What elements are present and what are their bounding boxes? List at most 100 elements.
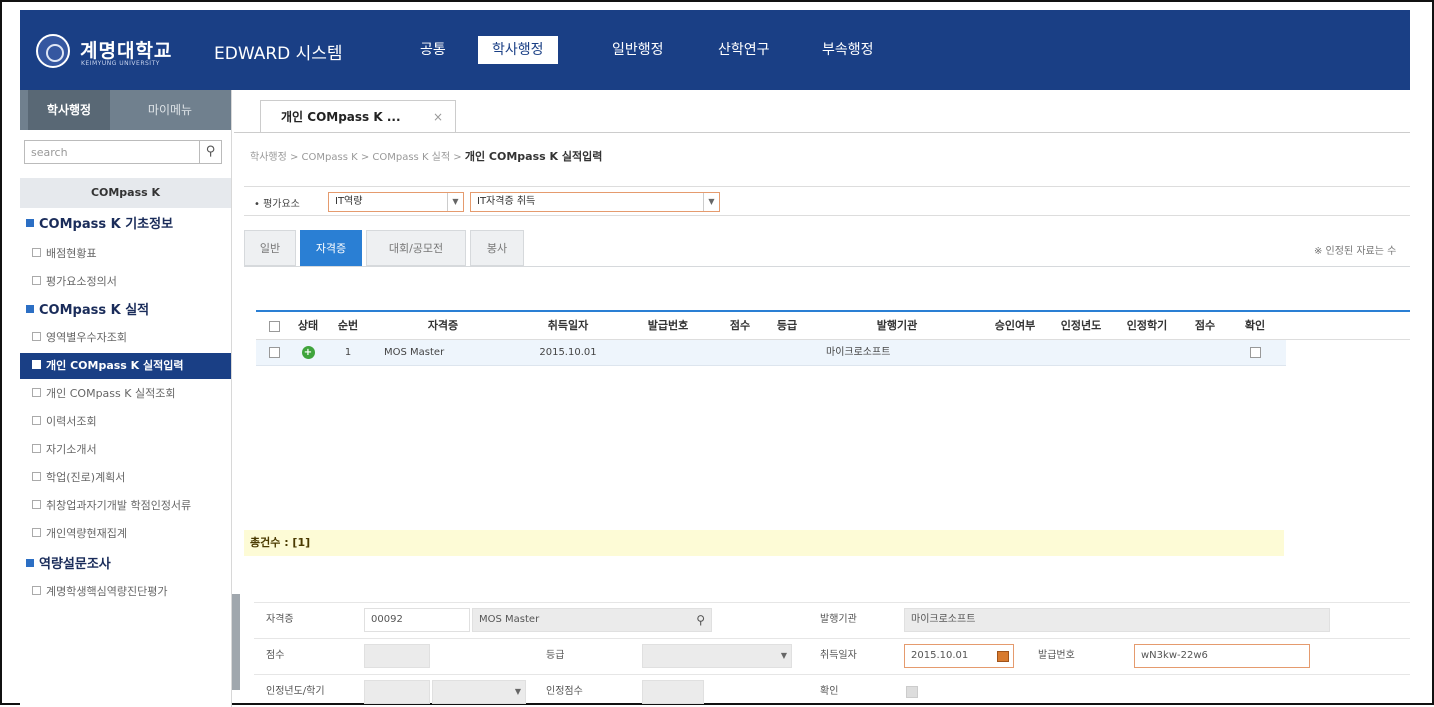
sidebar-item-self-intro[interactable]: 자기소개서	[32, 440, 232, 460]
col-score2: 점수	[1194, 319, 1216, 332]
col-score: 점수	[729, 319, 751, 332]
tab-certificate[interactable]: 자격증	[300, 230, 362, 266]
cell-year	[1048, 340, 1114, 366]
close-icon[interactable]: ×	[433, 101, 443, 133]
sidebar-section-title: COMpass K	[20, 178, 231, 208]
score-field[interactable]	[364, 644, 430, 668]
chevron-down-icon[interactable]: ▼	[515, 681, 521, 703]
sidebar-item-competency-total[interactable]: 개인역량현재집계	[32, 524, 232, 544]
col-issue-no: 발급번호	[647, 319, 689, 332]
menu-general-admin[interactable]: 일반행정	[600, 36, 676, 64]
date-field[interactable]: 2015.10.01	[904, 644, 1014, 668]
app-frame: 계명대학교 KEIMYUNG UNIVERSITY EDWARD 시스템 공통 …	[0, 0, 1434, 707]
grade-select[interactable]: ▼	[642, 644, 792, 668]
cert-name-value: MOS Master	[479, 614, 540, 625]
search-icon[interactable]: ⚲	[199, 141, 221, 163]
sidebar-item-personal-input[interactable]: 개인 COMpass K 실적입력	[20, 353, 231, 379]
table-row[interactable]: + 1 MOS Master 2015.10.01 마이크로소프트	[256, 340, 1286, 366]
sidebar-item-area-excellent[interactable]: 영역별우수자조회	[32, 328, 232, 348]
confirm-checkbox[interactable]	[1230, 340, 1280, 366]
date-value: 2015.10.01	[911, 650, 969, 661]
sidebar-item-evaluation-definition[interactable]: 평가요소정의서	[32, 272, 232, 292]
system-title: EDWARD 시스템	[214, 44, 343, 64]
calendar-icon[interactable]	[997, 645, 1009, 667]
issue-no-field[interactable]: wN3kw-22w6	[1134, 644, 1310, 668]
menu-common[interactable]: 공통	[408, 36, 458, 64]
year-semester-label: 인정년도/학기	[266, 686, 325, 697]
sidebar-tab-mymenu[interactable]: 마이메뉴	[120, 90, 220, 130]
tab-contest[interactable]: 대회/공모전	[366, 230, 466, 266]
col-status: 상태	[297, 319, 319, 332]
search-input[interactable]	[25, 141, 195, 163]
issue-no-label: 발급번호	[1038, 650, 1075, 661]
issuer-label: 발행기관	[820, 614, 857, 625]
search-icon[interactable]: ⚲	[696, 609, 705, 631]
breadcrumb-path: 학사행정 > COMpass K > COMpass K 실적 >	[250, 152, 462, 163]
row-checkbox[interactable]	[262, 340, 286, 366]
recog-score-label: 인정점수	[546, 686, 583, 697]
status-add-icon: +	[288, 340, 328, 366]
brand-name: 계명대학교	[80, 40, 173, 62]
tab-volunteer[interactable]: 봉사	[470, 230, 524, 266]
col-no: 순번	[337, 319, 359, 332]
page-tab-label: 개인 COMpass K ...	[281, 110, 401, 124]
col-approved: 승인여부	[994, 319, 1036, 332]
sidebar-group-basic-info[interactable]: COMpass K 기초정보	[26, 214, 173, 236]
info-note: ※ 인정된 자료는 수	[1314, 246, 1397, 257]
top-header: 계명대학교 KEIMYUNG UNIVERSITY EDWARD 시스템 공통 …	[20, 10, 1410, 90]
sidebar-item-study-plan[interactable]: 학업(진로)계획서	[32, 468, 232, 488]
main-content: 개인 COMpass K ... × 학사행정 > COMpass K > CO…	[234, 90, 1410, 707]
sidebar-item-personal-view[interactable]: 개인 COMpass K 실적조회	[32, 384, 232, 404]
cell-date: 2015.10.01	[539, 347, 597, 358]
recog-score-field[interactable]	[642, 680, 704, 704]
cert-name-field[interactable]: MOS Master ⚲	[472, 608, 712, 632]
col-confirm: 확인	[1244, 319, 1266, 332]
chevron-down-icon[interactable]: ▼	[781, 645, 787, 667]
evaluation-item-select[interactable]: IT자격증 취득 ▼	[470, 192, 720, 212]
menu-affiliated-admin[interactable]: 부속행정	[810, 36, 886, 64]
chevron-down-icon[interactable]: ▼	[447, 193, 463, 211]
sidebar-item-score-table[interactable]: 배점현황표	[32, 244, 232, 264]
grade-label: 등급	[546, 650, 565, 661]
cert-label: 자격증	[266, 614, 294, 625]
breadcrumb-current: 개인 COMpass K 실적입력	[464, 150, 603, 163]
confirm-form-checkbox[interactable]	[906, 686, 918, 698]
score-label: 점수	[266, 650, 285, 661]
evaluation-area-value: IT역량	[335, 196, 363, 207]
col-semester: 인정학기	[1126, 319, 1168, 332]
date-label: 취득일자	[820, 650, 857, 661]
university-seal-icon	[36, 34, 70, 68]
select-all-checkbox[interactable]	[262, 312, 286, 340]
sidebar-tab-academic[interactable]: 학사행정	[28, 90, 110, 130]
cert-code-field[interactable]: 00092	[364, 608, 470, 632]
evaluation-item-value: IT자격증 취득	[477, 196, 536, 207]
cell-issue-no	[618, 340, 718, 366]
brand-subtitle: KEIMYUNG UNIVERSITY	[81, 60, 160, 67]
sidebar-group-performance[interactable]: COMpass K 실적	[26, 300, 149, 322]
tab-general[interactable]: 일반	[244, 230, 296, 266]
grid-header: 상태 순번 자격증 취득일자 발급번호 점수 등급 발행기관 승인여부 인정년도…	[256, 310, 1410, 340]
cell-no: 1	[344, 347, 352, 358]
col-year: 인정년도	[1060, 319, 1102, 332]
sidebar-item-resume[interactable]: 이력서조회	[32, 412, 232, 432]
page-tab[interactable]: 개인 COMpass K ... ×	[260, 100, 456, 132]
sidebar-item-core-diagnosis[interactable]: 계명학생핵심역량진단평가	[32, 582, 232, 602]
chevron-down-icon[interactable]: ▼	[703, 193, 719, 211]
sidebar-group-survey[interactable]: 역량설문조사	[26, 554, 111, 576]
year-field[interactable]	[364, 680, 430, 704]
col-issuer: 발행기관	[876, 319, 918, 332]
col-certificate: 자격증	[427, 319, 459, 332]
form-divider	[254, 638, 1410, 639]
sidebar-tabs: 학사행정 마이메뉴	[20, 90, 231, 130]
sidebar-item-career-credit[interactable]: 취창업과자기개발 학점인정서류	[32, 496, 232, 516]
semester-select[interactable]: ▼	[432, 680, 526, 704]
tab-divider	[234, 132, 1410, 133]
menu-academic-admin[interactable]: 학사행정	[478, 36, 558, 64]
form-divider	[254, 602, 1410, 603]
menu-research[interactable]: 산학연구	[706, 36, 782, 64]
evaluation-area-select[interactable]: IT역량 ▼	[328, 192, 464, 212]
cell-certificate: MOS Master	[384, 347, 445, 358]
filter-bar: • 평가요소 IT역량 ▼ IT자격증 취득 ▼	[244, 186, 1410, 216]
cell-issuer: 마이크로소프트	[826, 347, 891, 358]
issuer-field[interactable]: 마이크로소프트	[904, 608, 1330, 632]
